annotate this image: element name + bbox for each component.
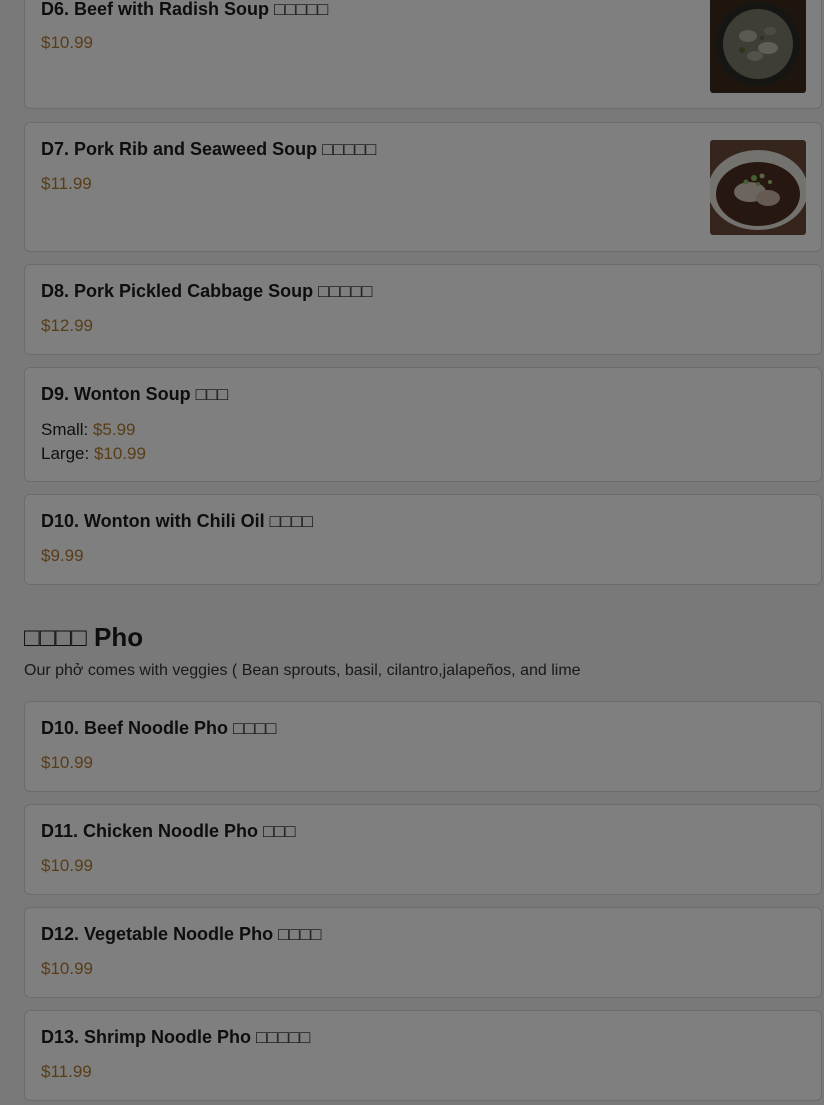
item-name: D11. Chicken Noodle Pho □□□ [41, 821, 296, 841]
menu-item-card[interactable]: D10. Beef Noodle Pho □□□□ $10.99 [24, 701, 822, 792]
menu-item-card[interactable]: D11. Chicken Noodle Pho □□□ $10.99 [24, 804, 822, 895]
item-price: $10.99 [41, 753, 93, 772]
menu-item-card[interactable]: D6. Beef with Radish Soup □□□□□ $10.99 [24, 0, 822, 109]
section-description: Our phở comes with veggies ( Bean sprout… [24, 662, 581, 679]
item-price: $11.99 [41, 174, 92, 193]
item-price: $10.99 [41, 33, 93, 52]
menu-item-card[interactable]: D12. Vegetable Noodle Pho □□□□ $10.99 [24, 907, 822, 998]
menu-page: D6. Beef with Radish Soup □□□□□ $10.99 D… [0, 0, 824, 1105]
item-name: D10. Beef Noodle Pho □□□□ [41, 718, 277, 738]
menu-item-card[interactable]: D13. Shrimp Noodle Pho □□□□□ $11.99 [24, 1010, 822, 1101]
item-name: D12. Vegetable Noodle Pho □□□□ [41, 924, 322, 944]
size-option-large: Large: $10.99 [41, 444, 146, 464]
item-price: $11.99 [41, 1062, 92, 1081]
item-name: D7. Pork Rib and Seaweed Soup □□□□□ [41, 139, 377, 159]
item-price: $12.99 [41, 316, 93, 335]
section-title: □□□□ Pho [24, 622, 144, 652]
item-name: D9. Wonton Soup □□□ [41, 384, 229, 404]
menu-item-card[interactable]: D8. Pork Pickled Cabbage Soup □□□□□ $12.… [24, 264, 822, 355]
beef-radish-soup-photo [710, 0, 806, 93]
item-name: D10. Wonton with Chili Oil □□□□ [41, 511, 314, 531]
size-label: Small: [41, 420, 93, 439]
menu-item-card[interactable]: D10. Wonton with Chili Oil □□□□ $9.99 [24, 494, 822, 585]
item-price: $9.99 [41, 546, 84, 565]
size-label: Large: [41, 444, 94, 463]
pork-rib-seaweed-soup-photo [710, 140, 806, 235]
item-name: D8. Pork Pickled Cabbage Soup □□□□□ [41, 281, 373, 301]
size-price: $5.99 [92, 420, 136, 439]
size-option-small: Small: $5.99 [41, 420, 136, 440]
item-price: $10.99 [41, 959, 93, 978]
menu-item-card[interactable]: D7. Pork Rib and Seaweed Soup □□□□□ $11.… [24, 122, 822, 252]
item-name: D13. Shrimp Noodle Pho □□□□□ [41, 1027, 311, 1047]
size-price: $10.99 [93, 444, 146, 463]
item-price: $10.99 [41, 856, 93, 875]
menu-item-card[interactable]: D9. Wonton Soup □□□ Small: $5.99 Large: … [24, 367, 822, 482]
item-name: D6. Beef with Radish Soup □□□□□ [41, 0, 329, 19]
